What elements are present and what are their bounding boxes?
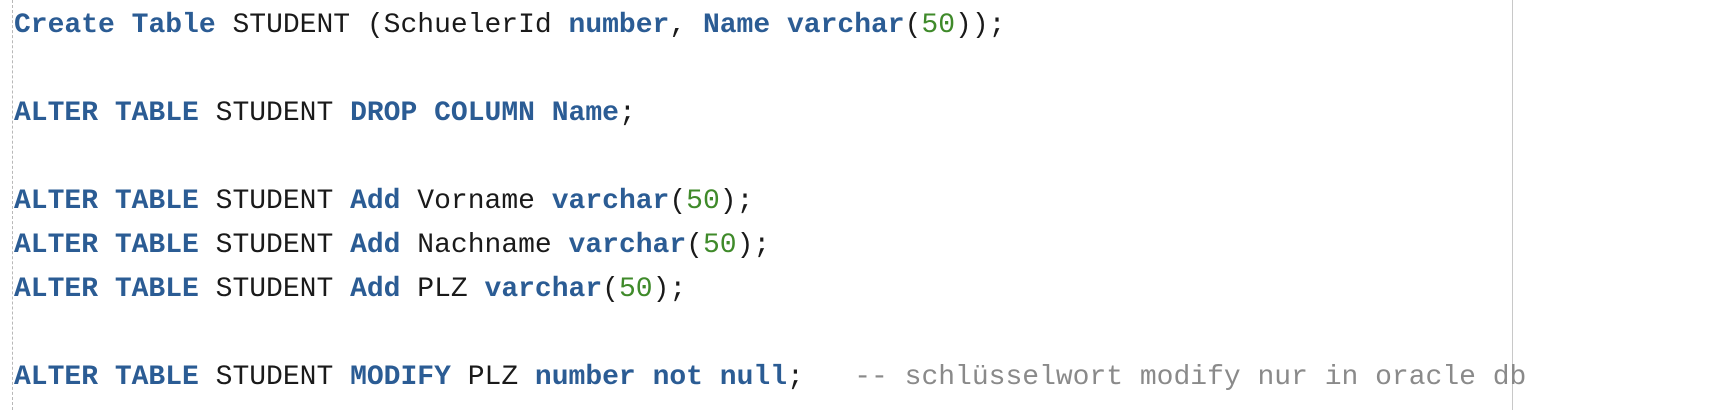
code-text: STUDENT (SchuelerId (215, 10, 569, 41)
sql-keyword: TABLE (114, 186, 199, 217)
code-text: Vorname (400, 186, 552, 217)
code-text: ( (669, 186, 687, 217)
code-text: STUDENT (198, 98, 351, 129)
sql-keyword: Add (350, 186, 401, 217)
sql-keyword: MODIFY (350, 362, 451, 393)
sql-keyword: ALTER (14, 362, 99, 393)
sql-editor[interactable]: Create Table STUDENT (SchuelerId number,… (0, 0, 1722, 410)
code-text: STUDENT (198, 186, 351, 217)
code-text: )); (955, 10, 1006, 41)
code-area[interactable]: Create Table STUDENT (SchuelerId number,… (14, 4, 1526, 400)
sql-keyword: varchar (484, 274, 603, 305)
sql-keyword: COLUMN (434, 98, 535, 129)
code-line: ALTER TABLE STUDENT MODIFY PLZ number no… (14, 356, 1526, 400)
sql-keyword: ALTER (14, 230, 99, 261)
code-text: PLZ (450, 362, 535, 393)
sql-keyword: varchar (786, 10, 905, 41)
code-text: ; (787, 362, 855, 393)
code-line: Create Table STUDENT (SchuelerId number,… (14, 4, 1526, 48)
sql-keyword: Add (350, 274, 401, 305)
code-line: ALTER TABLE STUDENT Add Nachname varchar… (14, 224, 1526, 268)
sql-keyword: number (568, 10, 670, 41)
sql-keyword: TABLE (114, 230, 199, 261)
sql-keyword: number (534, 362, 636, 393)
code-text: ; (618, 98, 636, 129)
code-text: Nachname (400, 230, 569, 261)
sql-keyword: Add (350, 230, 401, 261)
sql-comment: -- schlüsselwort modify nur in oracle db (854, 362, 1527, 393)
code-text: ( (686, 230, 703, 261)
sql-keyword: Create (14, 10, 115, 41)
code-text: ( (904, 10, 922, 41)
code-text: PLZ (400, 274, 485, 305)
sql-keyword: TABLE (114, 274, 199, 305)
sql-keyword: ALTER (14, 274, 99, 305)
sql-keyword: not (652, 362, 703, 393)
code-text: STUDENT (198, 274, 351, 305)
sql-keyword: Table (131, 10, 216, 41)
gutter-divider (12, 0, 13, 410)
code-text: STUDENT (198, 230, 351, 261)
sql-keyword: Name (702, 10, 771, 41)
code-text: ); (719, 186, 754, 217)
sql-keyword: null (719, 362, 788, 393)
sql-keyword: ALTER (14, 186, 99, 217)
sql-keyword: varchar (551, 186, 670, 217)
sql-keyword: ALTER (14, 98, 99, 129)
code-text: ); (736, 230, 771, 261)
sql-keyword: DROP (350, 98, 418, 129)
code-text: ); (652, 274, 687, 305)
code-line: ALTER TABLE STUDENT Add Vorname varchar(… (14, 180, 1526, 224)
code-text: ( (602, 274, 619, 305)
code-line: ALTER TABLE STUDENT Add PLZ varchar(50); (14, 268, 1526, 312)
code-text: STUDENT (198, 362, 351, 393)
numeric-literal: 50 (618, 274, 653, 305)
code-line: ALTER TABLE STUDENT DROP COLUMN Name; (14, 92, 1526, 136)
sql-keyword: Name (551, 98, 619, 129)
numeric-literal: 50 (921, 10, 956, 41)
sql-keyword: TABLE (114, 98, 199, 129)
sql-keyword: varchar (568, 230, 687, 261)
sql-keyword: TABLE (114, 362, 199, 393)
code-text: , (669, 10, 703, 41)
numeric-literal: 50 (702, 230, 737, 261)
numeric-literal: 50 (686, 186, 720, 217)
